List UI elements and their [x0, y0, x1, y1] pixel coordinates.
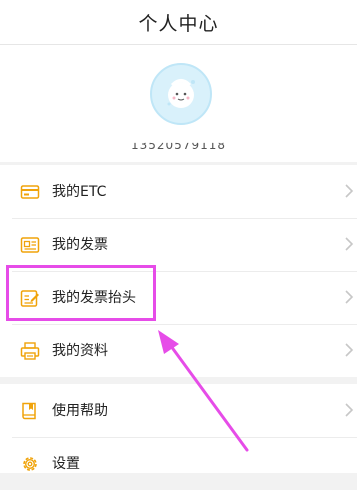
annotation-arrow: [158, 330, 249, 452]
